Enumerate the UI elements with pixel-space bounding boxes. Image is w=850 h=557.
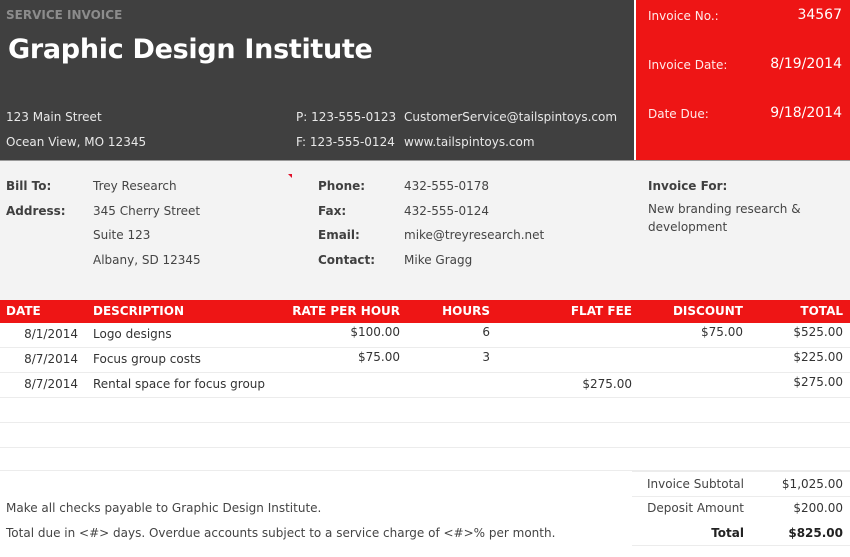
summary-divider bbox=[632, 471, 850, 472]
company-address-line2[interactable]: Ocean View, MO 12345 bbox=[6, 135, 146, 149]
address-line3[interactable]: Albany, SD 12345 bbox=[93, 253, 201, 267]
deposit-value[interactable]: $200.00 bbox=[793, 501, 843, 515]
company-address-line1[interactable]: 123 Main Street bbox=[6, 110, 102, 124]
address-line1[interactable]: 345 Cherry Street bbox=[93, 204, 200, 218]
contact-value[interactable]: Mike Gragg bbox=[404, 253, 472, 267]
company-website[interactable]: www.tailspintoys.com bbox=[404, 135, 535, 149]
email-label: Email: bbox=[318, 228, 360, 242]
fax-value[interactable]: 432-555-0124 bbox=[404, 204, 489, 218]
total-label: Total bbox=[711, 526, 744, 540]
company-header: SERVICE INVOICE Graphic Design Institute… bbox=[0, 0, 634, 160]
table-row[interactable]: 8/7/2014 Focus group costs $75.00 3 $225.00 bbox=[0, 348, 850, 373]
line-items-header: DATE DESCRIPTION RATE PER HOUR HOURS FLA… bbox=[0, 300, 850, 323]
column-header-description[interactable]: DESCRIPTION bbox=[93, 304, 184, 318]
invoice-for-label: Invoice For: bbox=[648, 179, 728, 193]
cell-hours[interactable]: 6 bbox=[482, 325, 490, 339]
cell-total[interactable]: $275.00 bbox=[793, 375, 843, 389]
company-phone[interactable]: P: 123-555-0123 bbox=[296, 110, 396, 124]
table-row[interactable]: 8/1/2014 Logo designs $100.00 6 $75.00 $525.0… bbox=[0, 323, 850, 348]
bill-to-label: Bill To: bbox=[6, 179, 52, 193]
column-header-hours[interactable]: HOURS bbox=[442, 304, 490, 318]
cell-rate[interactable]: $75.00 bbox=[358, 350, 400, 364]
phone-label: Phone: bbox=[318, 179, 366, 193]
table-row[interactable] bbox=[0, 398, 850, 423]
column-header-flat-fee[interactable]: FLAT FEE bbox=[571, 304, 632, 318]
cell-description[interactable]: Logo designs bbox=[93, 327, 172, 341]
subtotal-value[interactable]: $1,025.00 bbox=[782, 477, 843, 491]
invoice-number-label: Invoice No.: bbox=[648, 9, 719, 23]
bill-to-value[interactable]: Trey Research bbox=[93, 179, 177, 193]
summary-divider bbox=[632, 496, 850, 497]
invoice-for-value[interactable]: New branding research & development bbox=[648, 200, 818, 236]
cell-date[interactable]: 8/1/2014 bbox=[24, 327, 78, 341]
company-fax[interactable]: F: 123-555-0124 bbox=[296, 135, 395, 149]
subtotal-label: Invoice Subtotal bbox=[647, 477, 744, 491]
cell-date[interactable]: 8/7/2014 bbox=[24, 377, 78, 391]
invoice-date-label: Invoice Date: bbox=[648, 58, 728, 72]
cell-date[interactable]: 8/7/2014 bbox=[24, 352, 78, 366]
cell-description[interactable]: Focus group costs bbox=[93, 352, 201, 366]
date-due-label: Date Due: bbox=[648, 107, 709, 121]
invoice-info-panel: Invoice No.: 34567 Invoice Date: 8/19/20… bbox=[636, 0, 850, 160]
cell-total[interactable]: $225.00 bbox=[793, 350, 843, 364]
payment-note: Make all checks payable to Graphic Desig… bbox=[6, 501, 322, 515]
cell-hours[interactable]: 3 bbox=[482, 350, 490, 364]
document-type-label: SERVICE INVOICE bbox=[6, 8, 123, 22]
deposit-label: Deposit Amount bbox=[647, 501, 744, 515]
table-row[interactable] bbox=[0, 448, 850, 471]
cell-discount[interactable]: $75.00 bbox=[701, 325, 743, 339]
terms-note: Total due in <#> days. Overdue accounts … bbox=[6, 526, 556, 540]
cell-flat-fee[interactable]: $275.00 bbox=[582, 377, 632, 391]
total-value[interactable]: $825.00 bbox=[788, 526, 843, 540]
billing-section: Bill To: Trey Research Address: 345 Cher… bbox=[0, 160, 850, 300]
cell-description[interactable]: Rental space for focus group bbox=[93, 377, 265, 391]
table-row[interactable] bbox=[0, 423, 850, 448]
fax-label: Fax: bbox=[318, 204, 347, 218]
address-label: Address: bbox=[6, 204, 66, 218]
email-value[interactable]: mike@treyresearch.net bbox=[404, 228, 544, 242]
column-header-rate[interactable]: RATE PER HOUR bbox=[292, 304, 400, 318]
cell-rate[interactable]: $100.00 bbox=[350, 325, 400, 339]
invoice-number-value[interactable]: 34567 bbox=[797, 7, 842, 23]
cell-total[interactable]: $525.00 bbox=[793, 325, 843, 339]
table-row[interactable]: 8/7/2014 Rental space for focus group $275… bbox=[0, 373, 850, 398]
company-name[interactable]: Graphic Design Institute bbox=[8, 34, 373, 65]
column-header-total[interactable]: TOTAL bbox=[800, 304, 843, 318]
column-header-date[interactable]: DATE bbox=[6, 304, 41, 318]
invoice-date-value[interactable]: 8/19/2014 bbox=[770, 56, 842, 72]
address-line2[interactable]: Suite 123 bbox=[93, 228, 150, 242]
contact-label: Contact: bbox=[318, 253, 376, 267]
comment-indicator-icon[interactable] bbox=[288, 174, 292, 178]
summary-divider bbox=[632, 545, 850, 546]
date-due-value[interactable]: 9/18/2014 bbox=[770, 105, 842, 121]
column-header-discount[interactable]: DISCOUNT bbox=[673, 304, 743, 318]
company-email[interactable]: CustomerService@tailspintoys.com bbox=[404, 110, 617, 124]
phone-value[interactable]: 432-555-0178 bbox=[404, 179, 489, 193]
